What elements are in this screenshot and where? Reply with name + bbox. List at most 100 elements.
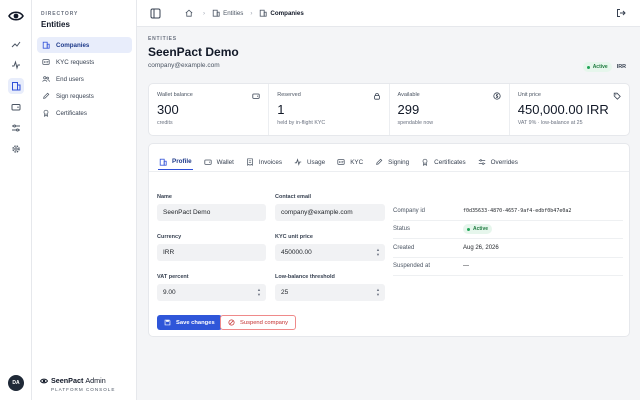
tab-label: Certificates — [434, 158, 466, 166]
sliders-icon — [478, 158, 486, 166]
vat-percent-input[interactable]: 9.00 ▲ ▼ — [157, 284, 266, 301]
info-row-company-id: Company id f0d35633-4870-4657-9af4-edbf0… — [393, 202, 623, 221]
tab-label: Signing — [388, 158, 410, 166]
eye-logo-icon[interactable] — [8, 8, 24, 24]
info-key: Company id — [393, 207, 426, 214]
sidebar-kicker: DIRECTORY — [41, 11, 79, 17]
name-input[interactable]: SeenPact Demo — [157, 204, 266, 221]
stat-value: 1 — [277, 102, 285, 117]
stat-label: Available — [397, 92, 420, 98]
breadcrumb-current: Companies — [270, 9, 304, 17]
sidebar-item-companies[interactable]: Companies — [37, 37, 132, 53]
sliders-icon[interactable] — [8, 120, 24, 136]
sidebar-item-label: Certificates — [56, 109, 87, 117]
settings-icon[interactable] — [8, 141, 24, 157]
building-icon[interactable] — [8, 78, 24, 94]
stat-label: Wallet balance — [157, 92, 193, 98]
tag-icon — [613, 92, 621, 100]
lock-icon — [373, 92, 381, 100]
sidebar-toggle-icon[interactable] — [150, 8, 161, 19]
tab-signing[interactable]: Signing — [374, 154, 410, 170]
stat-label: Reserved — [277, 92, 301, 98]
page-email: company@example.com — [148, 62, 220, 69]
activity-icon[interactable] — [8, 57, 24, 73]
tab-overrides[interactable]: Overrides — [477, 154, 519, 170]
suspend-button[interactable]: Suspend company — [220, 315, 297, 330]
name-field: Name SeenPact Demo — [157, 194, 266, 221]
tab-label: Overrides — [490, 158, 518, 166]
field-label: KYC unit price — [275, 234, 313, 240]
sidebar-item-sign-requests[interactable]: Sign requests — [37, 88, 132, 104]
contact-email-input[interactable]: company@example.com — [275, 204, 385, 221]
id-card-icon — [337, 158, 345, 166]
tab-bar: Profile Wallet Invoices Usage KYC Signin… — [158, 154, 529, 170]
stat-sub: credits — [157, 120, 173, 126]
save-icon — [164, 319, 171, 326]
brand: SeenPact Admin PLATFORM CONSOLE — [39, 376, 115, 392]
kyc-unit-price-value: 450000.00 — [281, 249, 312, 256]
tab-certificates[interactable]: Certificates — [420, 154, 467, 170]
chart-icon[interactable] — [8, 36, 24, 52]
page-kicker: ENTITIES — [148, 36, 177, 42]
page-title: SeenPact Demo — [148, 45, 239, 59]
tab-label: Usage — [306, 158, 326, 166]
info-row-status: Status Active — [393, 221, 623, 239]
wallet-icon — [204, 158, 212, 166]
avatar[interactable]: DA — [8, 375, 24, 391]
brand-name-light: Admin — [85, 376, 106, 385]
pen-icon — [375, 158, 383, 166]
stat-available: Available 299 spendable now — [390, 84, 510, 135]
tab-label: Profile — [172, 158, 192, 165]
eye-logo-icon — [39, 377, 49, 385]
wallet-icon[interactable] — [8, 99, 24, 115]
kyc-unit-price-field: KYC unit price 450000.00 ▲ ▼ — [275, 234, 385, 261]
info-key: Created — [393, 244, 415, 251]
tab-divider — [149, 171, 629, 172]
kyc-unit-price-input[interactable]: 450000.00 ▲ ▼ — [275, 244, 385, 261]
sidebar: DIRECTORY Entities Companies KYC request… — [32, 0, 137, 400]
tab-kyc[interactable]: KYC — [336, 154, 364, 170]
currency-input[interactable]: IRR — [157, 244, 266, 261]
field-label: Name — [157, 194, 172, 200]
stat-value: 450,000.00 IRR — [517, 102, 609, 117]
status-badge: Active — [582, 62, 612, 72]
breadcrumb-parent[interactable]: Entities — [223, 10, 243, 17]
home-icon[interactable] — [185, 9, 193, 17]
certificate-icon — [42, 109, 50, 117]
info-row-suspended-at: Suspended at — — [393, 258, 623, 276]
tab-wallet[interactable]: Wallet — [203, 154, 235, 170]
contact-email-field: Contact email company@example.com — [275, 194, 385, 221]
building-icon — [259, 9, 268, 17]
stat-sub: spendable now — [397, 120, 434, 126]
sidebar-item-kyc-requests[interactable]: KYC requests — [37, 54, 132, 70]
number-stepper[interactable]: ▲ ▼ — [376, 247, 380, 257]
status-badge-label: Active — [592, 64, 608, 70]
tab-usage[interactable]: Usage — [293, 154, 326, 170]
ban-icon — [228, 319, 235, 326]
stat-label: Unit price — [517, 92, 541, 98]
stat-value: 299 — [397, 102, 420, 117]
sidebar-item-label: Sign requests — [56, 92, 94, 100]
id-card-icon — [42, 58, 50, 66]
number-stepper[interactable]: ▲ ▼ — [257, 287, 261, 297]
sidebar-item-label: KYC requests — [56, 58, 95, 66]
status-badge: Active — [463, 224, 493, 235]
sidebar-item-end-users[interactable]: End users — [37, 71, 132, 87]
tab-profile[interactable]: Profile — [158, 154, 193, 170]
stat-unit-price: Unit price 450,000.00 IRR VAT 9% · low-b… — [510, 84, 629, 135]
certificate-icon — [421, 158, 429, 166]
number-stepper[interactable]: ▲ ▼ — [376, 287, 380, 297]
sidebar-item-certificates[interactable]: Certificates — [37, 105, 132, 121]
info-row-created: Created Aug 26, 2026 — [393, 239, 623, 258]
receipt-icon — [246, 158, 254, 166]
logout-icon[interactable] — [616, 8, 626, 18]
tab-invoices[interactable]: Invoices — [245, 154, 283, 170]
company-id-value: f0d35633-4870-4657-9af4-edbf0b47e0a2 — [463, 207, 572, 214]
building-icon — [159, 158, 167, 166]
stat-reserved: Reserved 1 held by in-flight KYC — [269, 84, 390, 135]
low-balance-input[interactable]: 25 ▲ ▼ — [275, 284, 385, 301]
building-icon — [212, 9, 220, 17]
suspended-at-value: — — [463, 263, 469, 270]
header-tags: Active IRR — [582, 62, 626, 72]
save-button[interactable]: Save changes — [157, 315, 222, 330]
